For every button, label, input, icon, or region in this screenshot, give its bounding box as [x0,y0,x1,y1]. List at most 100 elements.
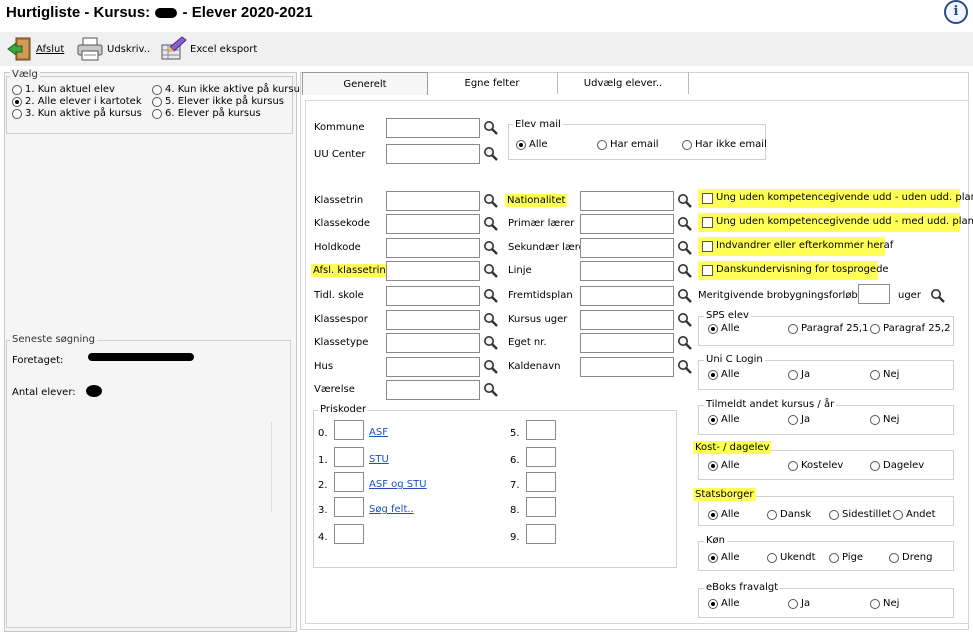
search-icon[interactable] [677,263,693,279]
eboks-alle[interactable]: Alle [708,598,740,609]
uu-center-input[interactable] [386,144,480,164]
kursus-uger-input[interactable] [580,310,674,330]
option-4[interactable]: 4. Kun ikke aktive på kursus [152,84,305,95]
klassekode-input[interactable] [386,214,480,234]
option-2[interactable]: 2. Alle elever i kartotek [12,96,142,107]
koen-dreng[interactable]: Dreng [889,552,932,563]
pris-input-0[interactable] [334,420,364,440]
radio-button[interactable] [152,96,162,107]
pris-input-9[interactable] [526,524,556,544]
search-icon[interactable] [677,335,693,351]
checkbox[interactable] [702,241,713,252]
statsborger-alle[interactable]: Alle [708,509,740,520]
checkbox[interactable] [702,217,713,228]
radio-button[interactable] [788,598,798,609]
radio-button[interactable] [829,552,839,563]
pris-link-stu[interactable]: STU [369,454,389,465]
holdkode-input[interactable] [386,238,480,258]
excel-export-button[interactable]: Excel eksport [158,34,257,64]
kost-alle[interactable]: Alle [708,460,740,471]
search-icon[interactable] [483,312,499,328]
nationalitet-input[interactable] [580,191,674,211]
kaldenavn-input[interactable] [580,357,674,377]
udskriv-button[interactable]: Udskriv.. [76,34,150,64]
radio-button[interactable] [152,84,162,95]
sekundaer-laerer-input[interactable] [580,238,674,258]
tab-udvaelg-elever[interactable]: Udvælg elever.. [558,72,689,94]
eget-nr-input[interactable] [580,333,674,353]
radio-button[interactable] [767,552,777,563]
elev-mail-alle[interactable]: Alle [516,139,548,150]
radio-button-selected[interactable] [708,414,718,425]
statsborger-andet[interactable]: Andet [893,509,936,520]
sps-paragraf-251[interactable]: Paragraf 25,1 [788,323,869,334]
radio-button[interactable] [152,108,162,119]
option-3[interactable]: 3. Kun aktive på kursus [12,108,142,119]
search-icon[interactable] [483,146,499,162]
tilmeldt-ja[interactable]: Ja [788,414,810,425]
radio-button[interactable] [788,460,798,471]
search-icon[interactable] [483,382,499,398]
uni-c-nej[interactable]: Nej [870,369,899,380]
elev-mail-har-ikke[interactable]: Har ikke email [682,139,767,150]
tilmeldt-nej[interactable]: Nej [870,414,899,425]
pris-link-asf-og-stu[interactable]: ASF og STU [369,479,427,490]
pris-input-3[interactable] [334,497,364,517]
search-icon[interactable] [677,288,693,304]
fremtidsplan-input[interactable] [580,286,674,306]
radio-button-selected[interactable] [708,369,718,380]
tidl-skole-input[interactable] [386,286,480,306]
pris-input-2[interactable] [334,472,364,492]
search-icon[interactable] [483,120,499,136]
search-icon[interactable] [677,359,693,375]
kommune-input[interactable] [386,118,480,138]
radio-button[interactable] [889,552,899,563]
radio-button-selected[interactable] [708,598,718,609]
radio-button-selected[interactable] [708,509,718,520]
search-icon[interactable] [483,193,499,209]
radio-button[interactable] [682,139,692,150]
kost-dagelev[interactable]: Dagelev [870,460,924,471]
pris-input-1[interactable] [334,447,364,467]
pris-input-5[interactable] [526,420,556,440]
vaerelse-input[interactable] [386,380,480,400]
sps-alle[interactable]: Alle [708,323,740,334]
merit-input[interactable] [858,284,890,304]
uni-c-alle[interactable]: Alle [708,369,740,380]
koen-ukendt[interactable]: Ukendt [767,552,816,563]
search-icon[interactable] [483,359,499,375]
search-icon[interactable] [677,240,693,256]
checkbox[interactable] [702,265,713,276]
koen-pige[interactable]: Pige [829,552,863,563]
tab-generelt[interactable]: Generelt [302,72,428,95]
radio-button[interactable] [870,369,880,380]
search-icon[interactable] [483,288,499,304]
afsl-klassetrin-input[interactable] [386,261,480,281]
search-icon[interactable] [483,240,499,256]
tilmeldt-alle[interactable]: Alle [708,414,740,425]
search-icon[interactable] [483,335,499,351]
radio-button[interactable] [788,323,798,334]
info-icon[interactable]: i [944,0,968,24]
search-icon[interactable] [677,312,693,328]
elev-mail-har[interactable]: Har email [597,139,659,150]
hus-input[interactable] [386,357,480,377]
eboks-ja[interactable]: Ja [788,598,810,609]
pris-input-7[interactable] [526,472,556,492]
option-5[interactable]: 5. Elever ikke på kursus [152,96,284,107]
option-6[interactable]: 6. Elever på kursus [152,108,261,119]
uni-c-ja[interactable]: Ja [788,369,810,380]
klassetrin-input[interactable] [386,191,480,211]
radio-button[interactable] [870,460,880,471]
pris-input-6[interactable] [526,447,556,467]
pris-link-asf[interactable]: ASF [369,427,388,438]
radio-button[interactable] [12,108,22,119]
radio-button-selected[interactable] [708,323,718,334]
radio-button-selected[interactable] [708,460,718,471]
radio-button[interactable] [893,509,903,520]
checkbox[interactable] [702,193,713,204]
tab-egne-felter[interactable]: Egne felter [427,72,558,94]
pris-input-4[interactable] [334,524,364,544]
koen-alle[interactable]: Alle [708,552,740,563]
primaer-laerer-input[interactable] [580,214,674,234]
